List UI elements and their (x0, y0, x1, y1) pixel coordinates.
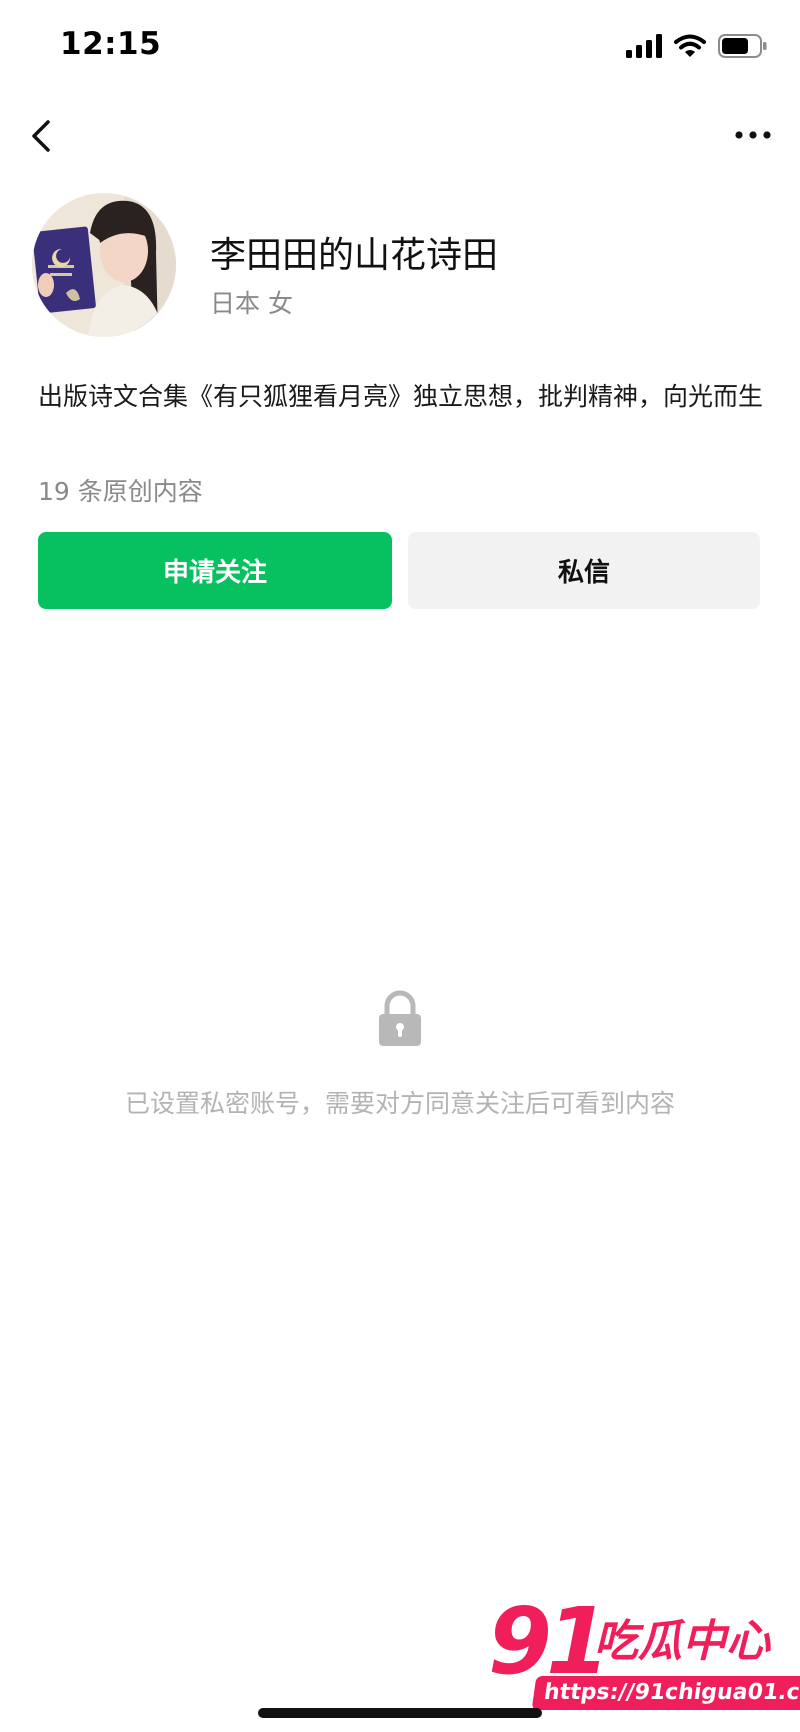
avatar-image (32, 193, 176, 337)
status-icons (626, 34, 768, 58)
watermark: 91 吃瓜中心 https://91chigua01.com (488, 1588, 800, 1714)
more-button[interactable] (728, 118, 778, 152)
battery-icon (718, 34, 767, 58)
status-bar: 12:15 (0, 0, 800, 96)
wifi-icon (674, 34, 706, 57)
watermark-text: 吃瓜中心 (594, 1616, 770, 1667)
more-horizontal-icon (735, 131, 771, 139)
request-follow-button[interactable]: 申请关注 (38, 532, 392, 609)
watermark-url: https://91chigua01.com (531, 1676, 800, 1710)
home-indicator[interactable] (258, 1708, 542, 1718)
chevron-left-icon (32, 120, 50, 152)
lock-icon (377, 990, 423, 1048)
private-message-button[interactable]: 私信 (408, 532, 760, 609)
profile-location-gender: 日本 女 (210, 289, 293, 318)
back-button[interactable] (24, 110, 64, 162)
cellular-signal-icon (626, 34, 662, 58)
status-time: 12:15 (60, 26, 162, 62)
profile-bio: 出版诗文合集《有只狐狸看月亮》独立思想，批判精神，向光而生 (38, 382, 764, 411)
original-post-count[interactable]: 19 条原创内容 (38, 472, 203, 508)
watermark-number: 91 (488, 1588, 610, 1695)
avatar[interactable] (32, 193, 176, 337)
private-account-notice: 已设置私密账号，需要对方同意关注后可看到内容 (124, 1089, 675, 1118)
profile-name: 李田田的山花诗田 (210, 235, 499, 276)
